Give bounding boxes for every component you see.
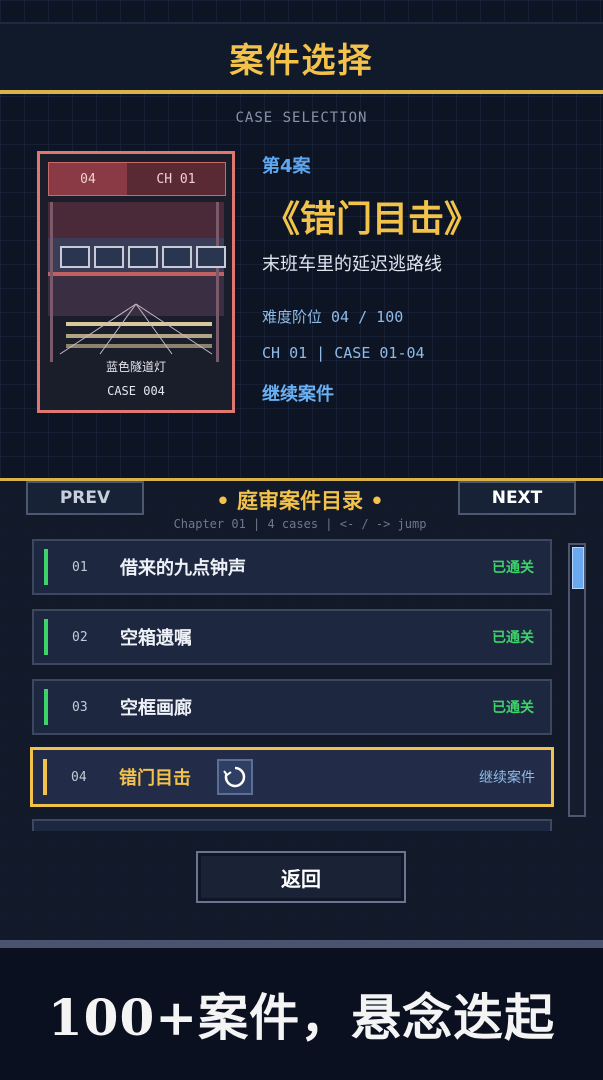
- directory-hint: Chapter 01 | 4 cases | <- / -> jump: [173, 517, 427, 531]
- continue-case-link[interactable]: 继续案件: [262, 380, 334, 406]
- case-row-title: 空框画廊: [120, 698, 192, 719]
- case-title: 《错门目击》: [264, 199, 481, 240]
- banner-divider: [0, 940, 603, 948]
- case-row-status: 已通关: [492, 630, 534, 646]
- case-row-status: 已通关: [492, 700, 534, 716]
- difficulty-label: 难度阶位 04 / 100: [262, 308, 404, 326]
- loading-spinner-icon: [217, 759, 253, 795]
- cover-tab-bar: 04 CH 01: [48, 162, 226, 196]
- prev-button[interactable]: PREV: [26, 481, 144, 515]
- case-row-number: 02: [72, 629, 88, 645]
- status-bar: [44, 549, 48, 585]
- case-row-title: 空箱遗嘱: [120, 628, 192, 649]
- cover-scene-band: [48, 202, 224, 238]
- status-bar: [44, 689, 48, 725]
- case-row-number: 04: [71, 769, 87, 785]
- case-row-status: 已通关: [492, 560, 534, 576]
- status-bar: [44, 619, 48, 655]
- case-detail: 第4案 《错门目击》 末班车里的延迟逃路线 难度阶位 04 / 100 CH 0…: [262, 152, 592, 405]
- cover-window: [128, 246, 158, 268]
- cover-tab-chapter: CH 01: [156, 171, 196, 187]
- case-row-number: 01: [72, 559, 88, 575]
- cover-window: [60, 246, 90, 268]
- case-row[interactable]: 01 借来的九点钟声 已通关: [32, 539, 552, 595]
- back-button[interactable]: 返回: [196, 851, 406, 903]
- scrollbar-thumb[interactable]: [572, 547, 584, 589]
- case-row-partial[interactable]: [32, 819, 552, 831]
- next-button[interactable]: NEXT: [458, 481, 576, 515]
- case-tagline: 末班车里的延迟逃路线: [262, 254, 442, 275]
- chapter-case-label: CH 01 | CASE 01-04: [262, 344, 425, 362]
- case-directory-panel: PREV • 庭审案件目录 • NEXT Chapter 01 | 4 case…: [0, 478, 603, 943]
- page-title: 案件选择: [229, 40, 374, 81]
- status-bar: [43, 759, 47, 795]
- promo-text: 100+案件，悬念迭起: [47, 988, 556, 1047]
- page-subtitle: CASE SELECTION: [235, 110, 368, 126]
- cover-scene-name: 蓝色隧道灯: [105, 360, 166, 374]
- cover-perspective-lines: [59, 303, 213, 355]
- case-row-status: 继续案件: [479, 770, 535, 786]
- directory-title: • 庭审案件目录 •: [216, 489, 384, 513]
- case-number: 第4案: [262, 156, 311, 177]
- case-row-title: 错门目击: [119, 768, 191, 789]
- cover-window: [196, 246, 226, 268]
- case-row-number: 03: [72, 699, 88, 715]
- case-cover-art: 04 CH 01 蓝色隧道灯 CASE 004: [37, 151, 235, 413]
- promo-banner: 100+案件，悬念迭起: [0, 948, 603, 1080]
- title-bar: 案件选择: [0, 22, 603, 94]
- case-row-title: 借来的九点钟声: [120, 558, 246, 579]
- cover-tab-number: 04: [49, 163, 127, 195]
- case-row-selected[interactable]: 04 错门目击 继续案件: [30, 747, 554, 807]
- cover-window: [162, 246, 192, 268]
- case-row[interactable]: 02 空箱遗嘱 已通关: [32, 609, 552, 665]
- cover-window: [94, 246, 124, 268]
- cover-case-code: CASE 004: [107, 384, 165, 398]
- list-scrollbar[interactable]: [568, 543, 586, 817]
- case-row[interactable]: 03 空框画廊 已通关: [32, 679, 552, 735]
